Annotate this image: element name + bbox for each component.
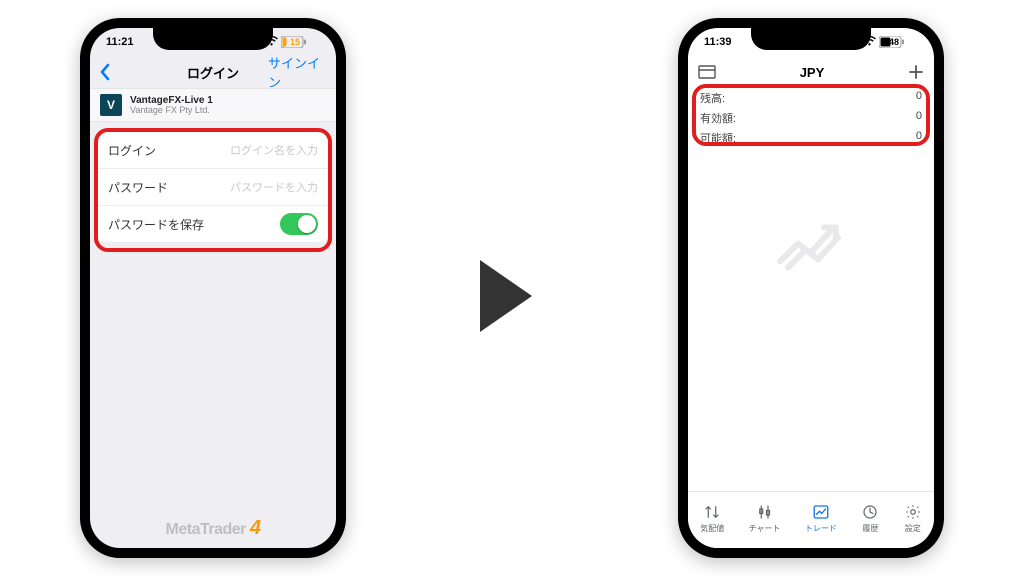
order-sort-icon[interactable] [698,65,716,79]
chart-up-icon [776,214,846,279]
tab-label: 気配値 [700,523,724,534]
tab-trade[interactable]: トレード [805,503,837,534]
broker-logo: V [100,94,122,116]
nav-back[interactable] [98,63,158,81]
password-row[interactable]: パスワード パスワードを入力 [96,169,330,206]
status-clock: 11:39 [704,36,732,48]
notch [751,28,871,50]
tab-label: 履歴 [862,523,878,534]
step-arrow-icon [480,260,532,332]
metatrader-number: 4 [250,517,261,539]
login-label: ログイン [108,142,156,159]
login-placeholder: ログイン名を入力 [230,142,318,158]
phone-mock-right: 11:39 48 [678,18,944,558]
login-form: ログイン ログイン名を入力 パスワード パスワードを入力 パスワードを保存 [96,132,330,242]
currency-title: JPY [800,65,825,80]
tab-history[interactable]: 履歴 [861,503,879,534]
tab-quotes[interactable]: 気配値 [700,503,724,534]
metatrader-text: MetaTrader [166,521,246,538]
trade-nav: JPY [688,56,934,88]
broker-company: Vantage FX Pty Ltd. [130,106,213,116]
password-placeholder: パスワードを入力 [230,179,318,195]
save-password-label: パスワードを保存 [108,216,204,233]
tab-label: トレード [805,523,837,534]
tab-bar: 気配値 チャート トレード 履歴 設定 [688,491,934,548]
battery-percent: 15 [290,37,300,47]
equity-value: 0 [916,110,922,126]
equity-row: 有効額: 0 [688,108,934,128]
nav-title: ログイン [158,63,268,82]
tutorial-stage: 11:21 15 [0,0,1024,576]
broker-row[interactable]: V VantageFX-Live 1 Vantage FX Pty Ltd. [90,88,336,122]
tab-label: 設定 [905,523,921,534]
save-password-row: パスワードを保存 [96,206,330,242]
freemargin-value: 0 [916,130,922,146]
broker-text: VantageFX-Live 1 Vantage FX Pty Ltd. [130,95,213,116]
balance-value: 0 [916,90,922,106]
balance-label: 残高: [700,90,725,106]
balance-row: 残高: 0 [688,88,934,108]
balances-block: 残高: 0 有効額: 0 可能額: 0 [688,88,934,148]
nav-bar: ログイン サインイン [90,56,336,88]
notch [153,28,273,50]
tab-settings[interactable]: 設定 [904,503,922,534]
status-clock: 11:21 [106,36,134,48]
password-label: パスワード [108,179,168,196]
login-row[interactable]: ログイン ログイン名を入力 [96,132,330,169]
new-order-plus-icon[interactable] [908,64,924,80]
freemargin-label: 可能額: [700,130,736,146]
equity-label: 有効額: [700,110,736,126]
battery-percent: 48 [889,37,899,47]
screen-left: 11:21 15 [90,28,336,548]
toggle-knob [298,215,316,233]
save-password-toggle[interactable] [280,213,318,235]
nav-signin-label: サインイン [268,53,328,91]
screen-right: 11:39 48 [688,28,934,548]
tab-chart[interactable]: チャート [749,503,781,534]
freemargin-row: 可能額: 0 [688,128,934,148]
metatrader-logo: MetaTrader 4 [90,517,336,540]
phone-mock-left: 11:21 15 [80,18,346,558]
nav-signin[interactable]: サインイン [268,53,328,91]
broker-name: VantageFX-Live 1 [130,95,213,106]
tab-label: チャート [749,523,781,534]
